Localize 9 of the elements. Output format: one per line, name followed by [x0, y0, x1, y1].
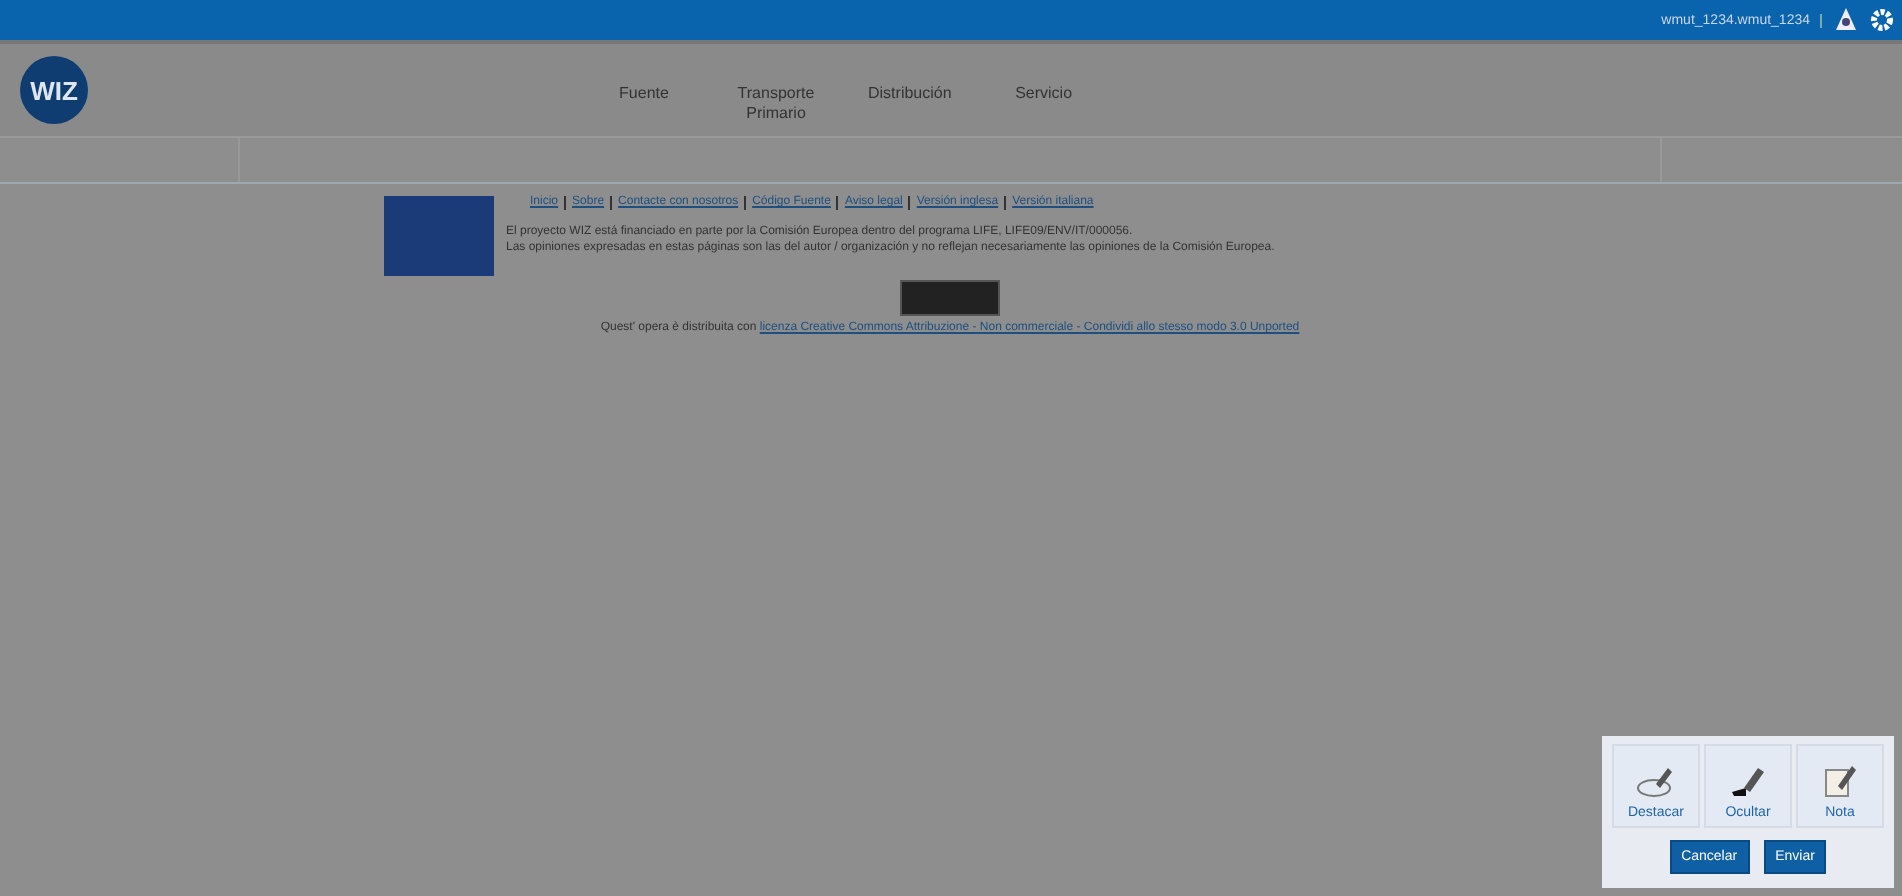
nav-link[interactable]: Fuente	[604, 84, 684, 123]
nav-link[interactable]: Transporte Primario	[736, 84, 816, 123]
flag-logo	[384, 196, 494, 276]
note-pen-icon	[1820, 762, 1860, 798]
nav-link[interactable]: Servicio	[1003, 84, 1084, 123]
nav-link[interactable]: Distribución	[868, 84, 952, 123]
logo[interactable]: WIZ	[20, 56, 88, 124]
pen-ellipse-icon	[1636, 762, 1676, 798]
pen-scribble-icon	[1728, 762, 1768, 798]
